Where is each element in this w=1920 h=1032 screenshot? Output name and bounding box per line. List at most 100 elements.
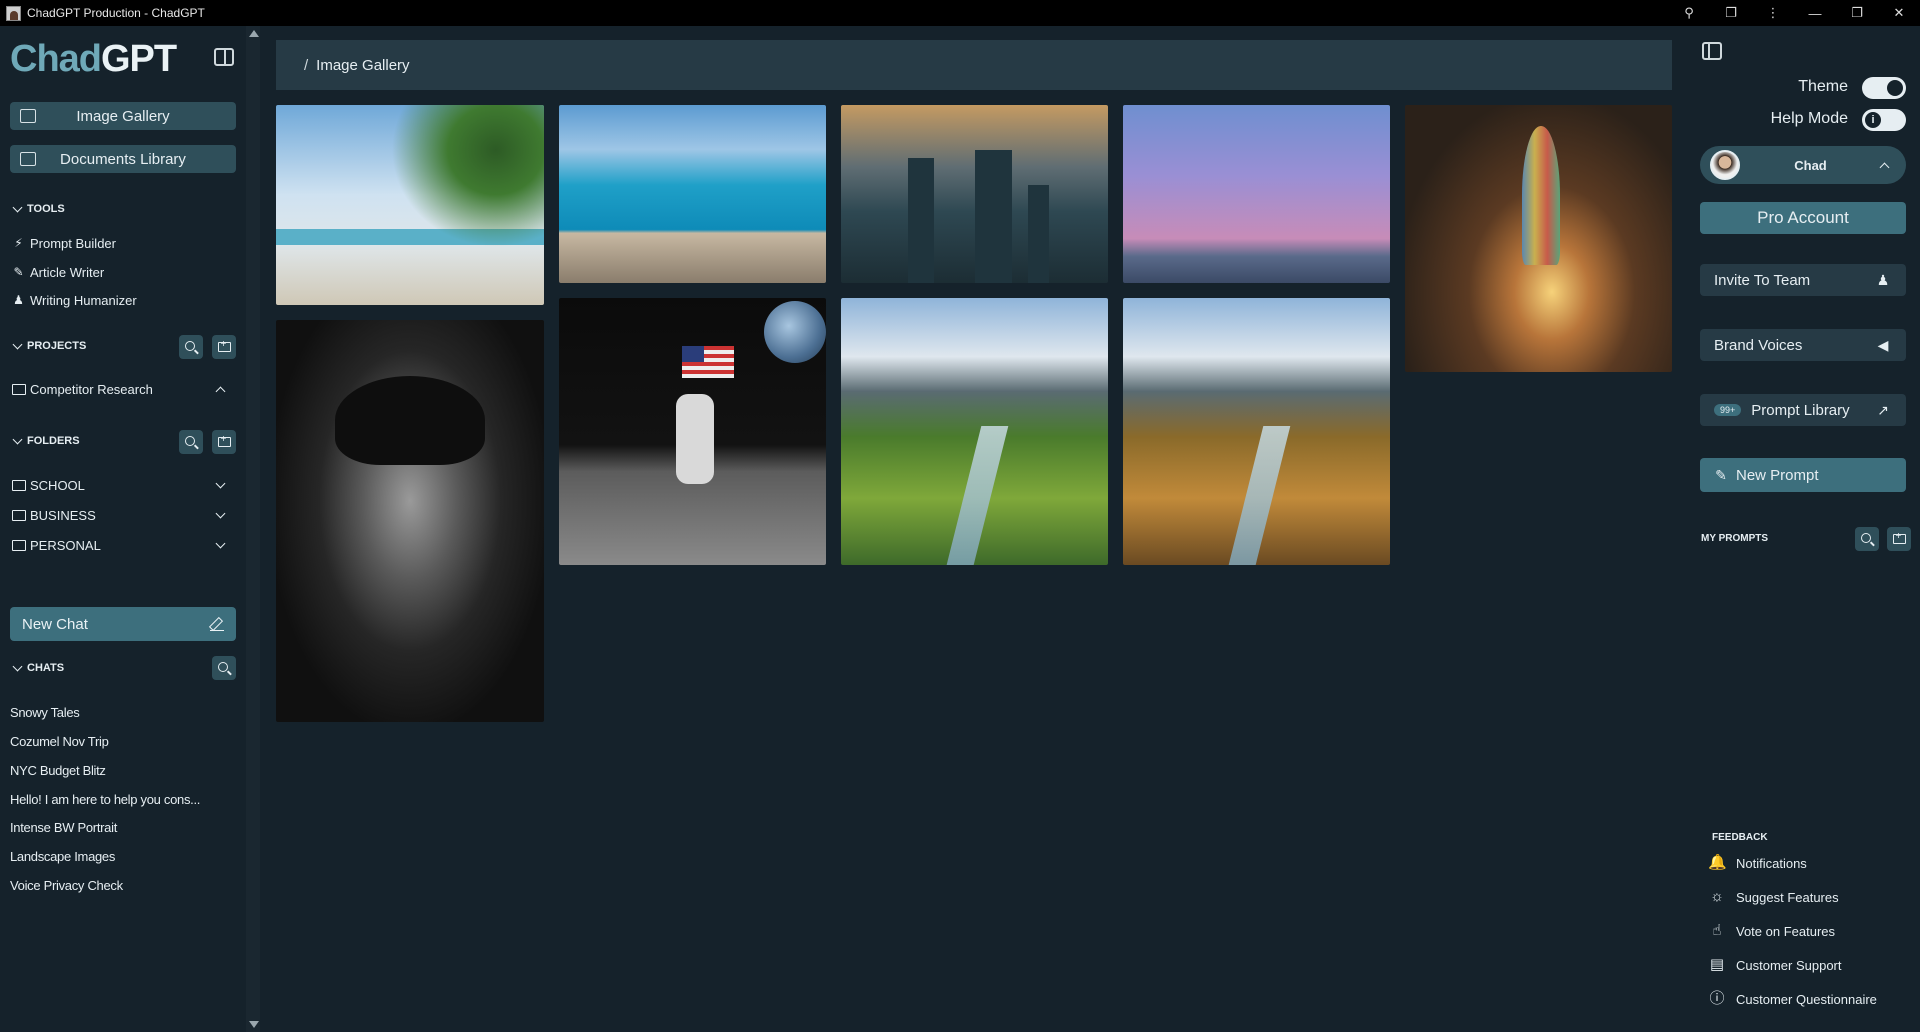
toggle-right-panel-icon[interactable] [1702,42,1722,60]
chat-item[interactable]: Snowy Tales [10,705,80,720]
search-folders-button[interactable] [179,430,203,454]
folders-section-toggle[interactable]: FOLDERS [12,434,80,447]
chats-section-toggle[interactable]: CHATS [12,661,64,674]
gallery-image-skyline[interactable] [1123,105,1390,283]
help-mode-toggle[interactable] [1862,109,1906,131]
search-icon [185,341,195,351]
search-chats-button[interactable] [212,656,236,680]
vote-on-features-link[interactable]: ☝ Vote on Features [1708,922,1835,940]
brand-voices-button[interactable]: Brand Voices ◀ [1700,329,1906,361]
gallery-image-rocket[interactable] [1405,105,1672,372]
breadcrumb: / Image Gallery [276,40,1672,90]
chat-item[interactable]: Cozumel Nov Trip [10,734,109,749]
new-folder-icon [1892,531,1906,544]
new-prompt-folder-button[interactable] [1887,527,1911,551]
chat-item[interactable]: Voice Privacy Check [10,878,123,893]
megaphone-icon: ◀ [1877,337,1889,353]
invite-to-team-button[interactable]: Invite To Team ♟ [1700,264,1906,296]
customer-support-link[interactable]: ▤ Customer Support [1708,956,1842,974]
image-icon [20,109,36,123]
search-prompts-button[interactable] [1855,527,1879,551]
folder-item-school[interactable]: SCHOOL [12,478,232,493]
documents-library-button[interactable]: Documents Library [10,145,236,173]
folder-icon [12,480,26,491]
thumbs-up-icon: ☝ [1712,922,1722,939]
pro-account-button[interactable]: Pro Account [1700,202,1906,234]
maximize-button[interactable]: ❐ [1836,0,1878,26]
image-gallery-button[interactable]: Image Gallery [10,102,236,130]
gallery-image-beach[interactable] [276,105,544,305]
prompt-library-button[interactable]: 99+ Prompt Library ↗ [1700,394,1906,426]
chat-icon: ▤ [1709,956,1725,973]
tool-prompt-builder[interactable]: ⚡ Prompt Builder [12,236,116,251]
pencil-icon [210,617,224,631]
chevron-down-icon [215,478,226,489]
folder-icon [12,384,26,395]
gallery-image-moon-landing[interactable] [559,298,826,565]
sidebar-scrollbar[interactable] [246,26,260,1032]
notifications-link[interactable]: 🔔 Notifications [1708,854,1807,872]
tool-writing-humanizer[interactable]: ♟ Writing Humanizer [12,293,137,308]
folder-icon [12,540,26,551]
search-icon [185,436,195,446]
tools-section-toggle[interactable]: TOOLS [12,202,65,215]
more-menu-icon[interactable]: ⋮ [1752,0,1794,26]
minimize-button[interactable]: — [1794,0,1836,26]
left-sidebar: ChadGPT Image Gallery Documents Library … [0,26,262,1032]
my-prompts-heading: MY PROMPTS [1701,533,1769,544]
chevron-up-icon [215,386,226,397]
new-folder-icon [217,339,231,352]
project-item[interactable]: Competitor Research [12,382,232,397]
suggest-features-link[interactable]: ☼ Suggest Features [1708,888,1839,906]
app-logo: ChadGPT [10,38,177,80]
bell-icon: 🔔 [1708,854,1727,871]
chevron-down-icon [215,508,226,519]
theme-toggle[interactable] [1862,77,1906,99]
external-link-icon: ↗ [1877,402,1889,418]
pencil-icon: ✎ [13,265,24,279]
new-folder-button[interactable] [212,430,236,454]
pencil-icon: ✎ [1715,467,1727,483]
extensions-icon[interactable]: ❐ [1710,0,1752,26]
gallery-image-city[interactable] [841,105,1108,283]
chat-item[interactable]: NYC Budget Blitz [10,763,106,778]
app-icon [6,5,21,21]
new-chat-button[interactable]: New Chat [10,607,236,641]
lightbulb-icon: ☼ [1710,888,1724,905]
window-title: ChadGPT Production - ChadGPT [27,6,205,20]
feedback-heading: FEEDBACK [1712,832,1768,843]
new-prompt-button[interactable]: ✎ New Prompt [1700,458,1906,492]
new-project-button[interactable] [212,335,236,359]
customer-questionnaire-link[interactable]: ⓘ Customer Questionnaire [1708,990,1876,1008]
projects-section-toggle[interactable]: PROJECTS [12,339,86,352]
gallery-image-valley-autumn[interactable] [1123,298,1390,565]
gallery-image-cove[interactable] [559,105,826,283]
users-icon: ♟ [1876,272,1890,288]
help-mode-label: Help Mode [1770,110,1848,127]
chat-item[interactable]: Intense BW Portrait [10,820,117,835]
gallery-image-portrait[interactable] [276,320,544,722]
search-projects-button[interactable] [179,335,203,359]
gallery-image-valley-green[interactable] [841,298,1108,565]
folder-item-business[interactable]: BUSINESS [12,508,232,523]
close-window-button[interactable]: ✕ [1878,0,1920,26]
person-lines-icon: ♟ [13,293,24,307]
breadcrumb-current: Image Gallery [316,56,410,74]
zoom-icon[interactable]: ⚲ [1668,0,1710,26]
prompt-count-badge: 99+ [1714,404,1742,416]
chevron-down-icon [215,538,226,549]
collapse-sidebar-icon[interactable] [214,48,234,66]
question-icon: ⓘ [1709,990,1725,1007]
theme-label: Theme [1798,78,1848,95]
search-icon [218,662,228,672]
user-menu[interactable]: Chad [1700,146,1906,184]
folder-icon [12,510,26,521]
new-folder-icon [217,434,231,447]
lightning-icon: ⚡ [14,236,23,250]
folder-item-personal[interactable]: PERSONAL [12,538,232,553]
chevron-up-icon [1879,162,1890,172]
tool-article-writer[interactable]: ✎ Article Writer [12,265,104,280]
chat-item[interactable]: Landscape Images [10,849,115,864]
avatar [1710,150,1740,180]
chat-item[interactable]: Hello! I am here to help you cons... [10,792,200,807]
